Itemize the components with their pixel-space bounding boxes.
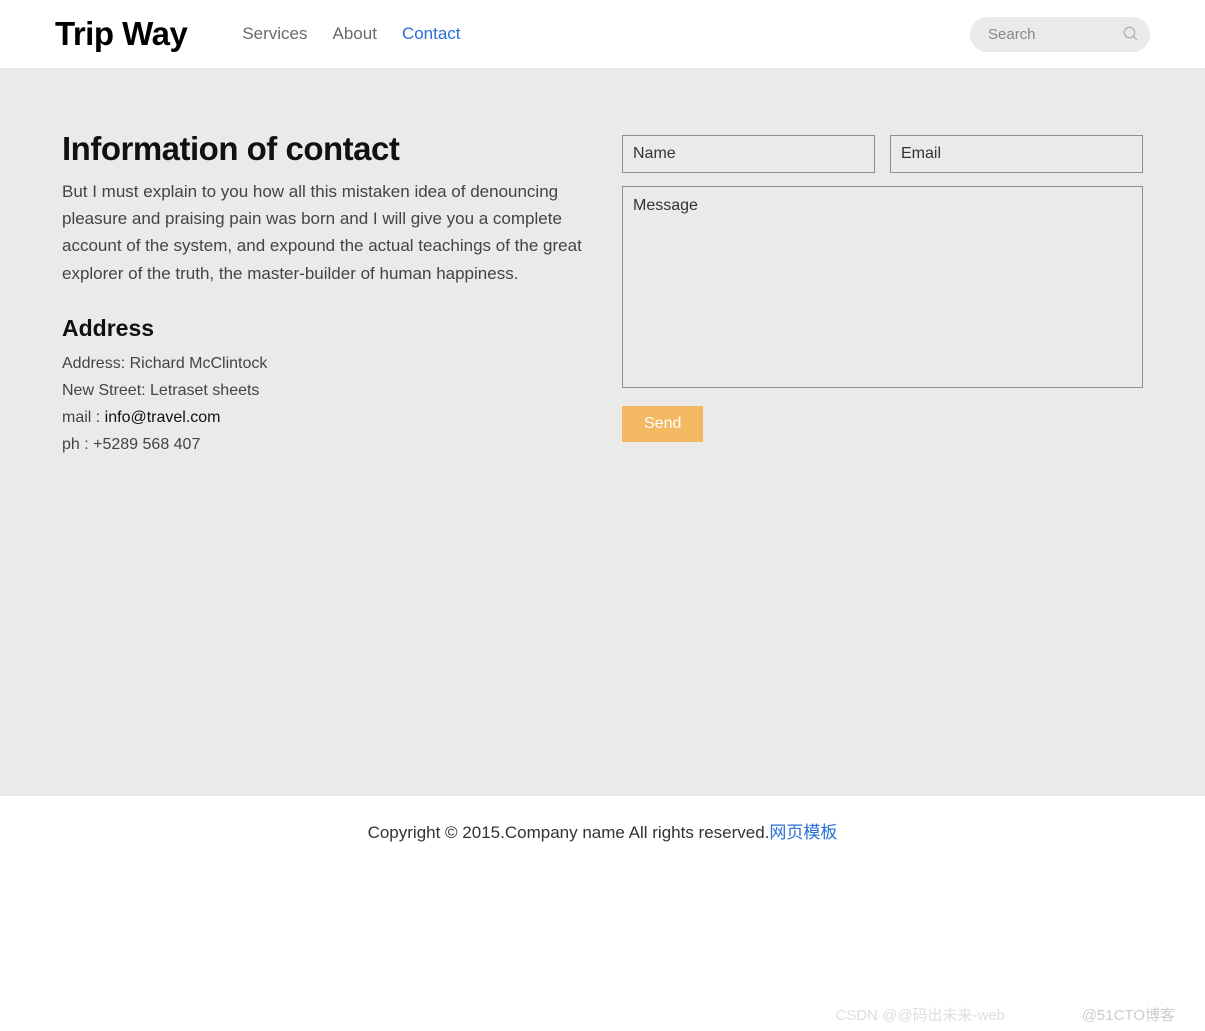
address-line-2: New Street: Letraset sheets	[62, 377, 582, 404]
watermark-csdn: CSDN @@码出未来-web	[835, 1004, 1005, 1025]
watermark-51cto: @51CTO博客	[1082, 1004, 1175, 1025]
mail-prefix: mail :	[62, 409, 105, 426]
nav-about[interactable]: About	[333, 24, 377, 44]
page-title: Information of contact	[62, 130, 582, 168]
search-button[interactable]	[1117, 21, 1144, 48]
site-footer: Copyright © 2015.Company name All rights…	[0, 796, 1205, 865]
mail-line: mail : info@travel.com	[62, 404, 582, 431]
site-header: Trip Way Services About Contact	[0, 0, 1205, 68]
footer-link[interactable]: 网页模板	[769, 823, 837, 842]
message-field[interactable]	[622, 186, 1143, 388]
site-logo: Trip Way	[55, 15, 187, 53]
contact-info-column: Information of contact But I must explai…	[62, 130, 582, 756]
email-field[interactable]	[890, 135, 1143, 173]
mail-link[interactable]: info@travel.com	[105, 409, 221, 426]
send-button[interactable]: Send	[622, 406, 703, 442]
phone-line: ph : +5289 568 407	[62, 431, 582, 458]
nav-contact[interactable]: Contact	[402, 24, 461, 44]
nav-services[interactable]: Services	[242, 24, 307, 44]
contact-description: But I must explain to you how all this m…	[62, 178, 582, 287]
form-row	[622, 135, 1143, 173]
contact-form-column: Send	[622, 130, 1143, 756]
address-heading: Address	[62, 315, 582, 342]
name-field[interactable]	[622, 135, 875, 173]
search-wrap	[970, 17, 1150, 52]
main-content: Information of contact But I must explai…	[0, 68, 1205, 796]
copyright-text: Copyright © 2015.Company name All rights…	[368, 823, 770, 842]
address-line-1: Address: Richard McClintock	[62, 350, 582, 377]
search-icon	[1122, 25, 1140, 43]
main-nav: Services About Contact	[242, 24, 460, 44]
